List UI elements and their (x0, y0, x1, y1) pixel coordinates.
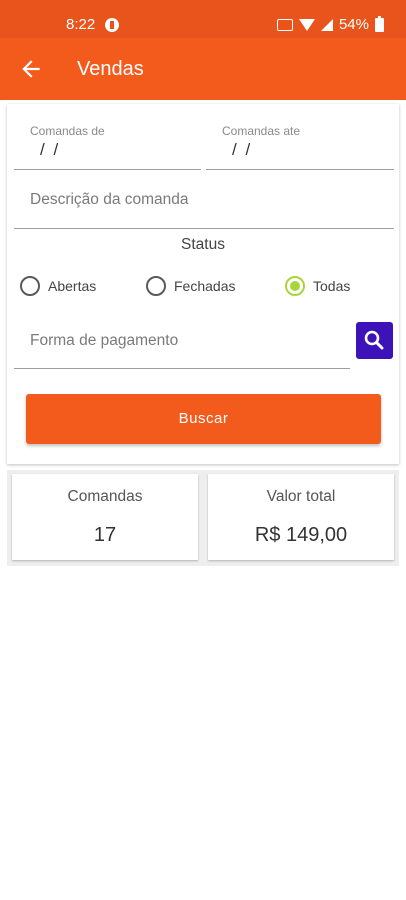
radio-fechadas[interactable]: Fechadas (146, 276, 235, 296)
radio-todas-label: Todas (313, 278, 351, 294)
status-icons: 54% (276, 15, 384, 33)
back-arrow-icon (22, 60, 40, 78)
status-title: Status (181, 236, 225, 253)
battery-icon (375, 15, 384, 32)
comandas-de-field[interactable]: Comandas de / / (14, 104, 201, 170)
comandas-summary-card: Comandas 17 (12, 474, 198, 560)
comandas-ate-field[interactable]: Comandas ate / / (206, 104, 394, 170)
filter-form: Comandas de / / Comandas ate / / Descriç… (7, 104, 399, 464)
valor-total-summary-label: Valor total (266, 488, 336, 505)
data-icon (276, 18, 293, 31)
search-icon (364, 330, 384, 350)
comandas-ate-label: Comandas ate (222, 124, 301, 138)
status-time: 8:22 (66, 16, 96, 33)
forma-pagamento-placeholder: Forma de pagamento (30, 332, 179, 349)
comandas-summary-label: Comandas (67, 488, 143, 505)
forma-pagamento-field[interactable]: Forma de pagamento (14, 316, 350, 369)
search-button[interactable] (356, 322, 393, 359)
comandas-de-value: / / (40, 140, 61, 159)
wifi-icon (298, 18, 315, 31)
valor-total-summary-card: Valor total R$ 149,00 (208, 474, 394, 560)
app-bar: Vendas (0, 38, 406, 100)
radio-abertas-circle[interactable] (20, 276, 40, 296)
valor-total-summary-value: R$ 149,00 (254, 524, 348, 546)
radio-todas[interactable]: Todas (285, 276, 350, 296)
radio-fechadas-label: Fechadas (174, 278, 236, 294)
back-button[interactable] (18, 56, 44, 82)
radio-todas-circle[interactable] (285, 276, 305, 296)
comandas-de-label: Comandas de (30, 124, 105, 138)
descricao-placeholder: Descrição da comanda (30, 191, 189, 208)
status-bar: 8:22 54% (0, 0, 406, 38)
signal-icon (320, 18, 333, 31)
notification-app-icon (105, 18, 119, 32)
radio-abertas-label: Abertas (48, 278, 97, 294)
page-title: Vendas (77, 58, 144, 80)
buscar-button[interactable]: Buscar (26, 394, 381, 444)
battery-percent: 54% (338, 16, 369, 33)
summary-section: Comandas 17 Valor total R$ 149,00 (7, 470, 399, 566)
radio-fechadas-circle[interactable] (146, 276, 166, 296)
descricao-field[interactable]: Descrição da comanda (14, 174, 394, 229)
comandas-summary-value: 17 (93, 524, 117, 546)
comandas-ate-value: / / (232, 140, 253, 159)
radio-abertas[interactable]: Abertas (20, 276, 96, 296)
